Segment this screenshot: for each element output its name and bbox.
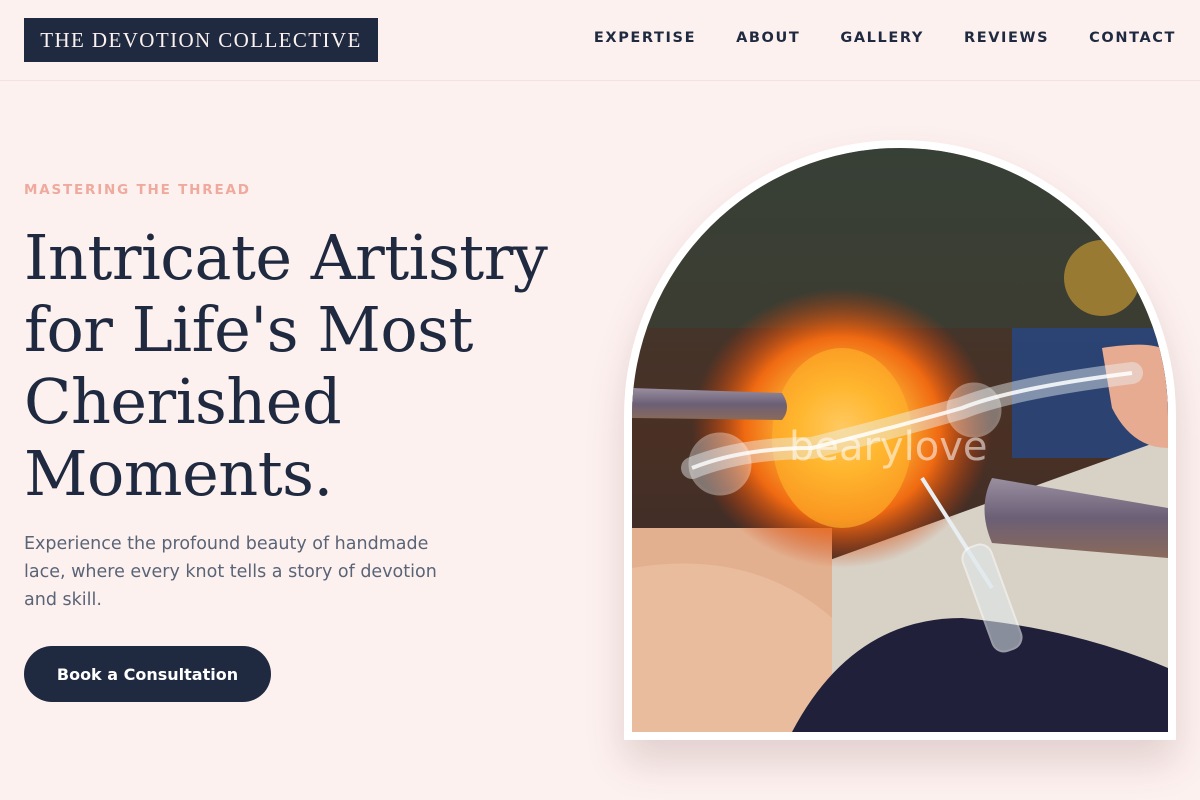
main-nav: EXPERTISE ABOUT GALLERY REVIEWS CONTACT	[594, 30, 1176, 46]
hero-description: Experience the profound beauty of handma…	[24, 534, 437, 610]
nav-link-about[interactable]: ABOUT	[736, 30, 800, 46]
nav-link-gallery[interactable]: GALLERY	[840, 30, 924, 46]
glassblowing-photo: bearylove	[632, 148, 1168, 732]
book-consultation-button[interactable]: Book a Consultation	[24, 646, 271, 702]
site-logo[interactable]: THE DEVOTION COLLECTIVE	[24, 18, 378, 62]
nav-link-expertise[interactable]: EXPERTISE	[594, 30, 696, 46]
hero-image-frame: bearylove	[624, 140, 1176, 740]
hero-image: bearylove	[632, 148, 1168, 732]
hero-headline: Intricate Artistry for Life's Most Cheri…	[24, 221, 548, 510]
nav-link-contact[interactable]: CONTACT	[1089, 30, 1176, 46]
hero-eyebrow: MASTERING THE THREAD	[24, 182, 251, 198]
nav-link-reviews[interactable]: REVIEWS	[964, 30, 1049, 46]
image-watermark: bearylove	[789, 424, 988, 470]
site-header: THE DEVOTION COLLECTIVE EXPERTISE ABOUT …	[0, 0, 1200, 81]
